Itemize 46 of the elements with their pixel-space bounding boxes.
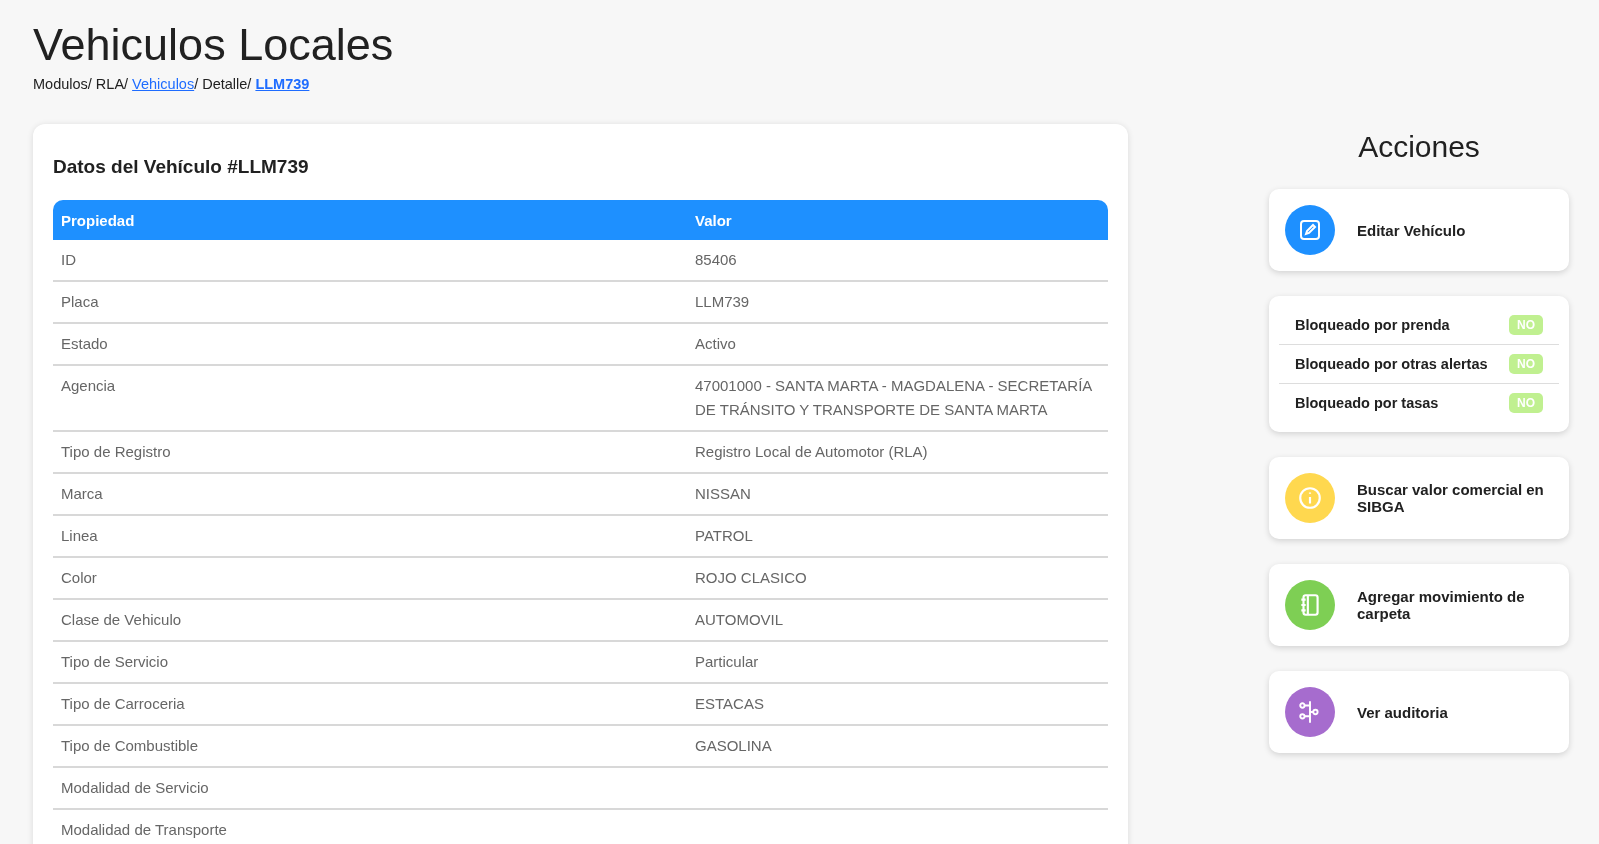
table-cell-text: Tipo de Carroceria xyxy=(60,694,186,714)
action-button[interactable]: Ver auditoria xyxy=(1269,671,1569,753)
action-button[interactable]: Editar Vehículo xyxy=(1269,189,1569,271)
table-cell-text: Agencia xyxy=(60,376,117,396)
status-badge: NO xyxy=(1509,393,1543,413)
table-cell-text: Modalidad de Servicio xyxy=(60,778,210,798)
column-header: Valor xyxy=(694,211,733,229)
table-cell-text: Activo xyxy=(694,334,737,354)
table-cell-text: Tipo de Registro xyxy=(60,442,172,462)
actions-title: Acciones xyxy=(1357,130,1481,164)
page-title: Vehiculos Locales xyxy=(33,18,395,72)
table-cell-text: Particular xyxy=(694,652,760,672)
table-cell-text: LLM739 xyxy=(694,292,751,312)
table-cell-text: Estado xyxy=(60,334,109,354)
lock-label: Bloqueado por prenda xyxy=(1295,317,1450,333)
table-cell-text: Clase de Vehiculo xyxy=(60,610,183,630)
lock-label: Bloqueado por tasas xyxy=(1295,395,1439,411)
breadcrumb-text: / Detalle/ xyxy=(194,76,252,92)
card-title: Datos del Vehículo #LLM739 xyxy=(53,156,310,178)
lock-label: Bloqueado por otras alertas xyxy=(1295,356,1488,372)
table-cell-text: Tipo de Servicio xyxy=(60,652,169,672)
breadcrumb-link[interactable]: Vehiculos xyxy=(132,76,195,92)
action-button[interactable]: Agregar movimiento de carpeta xyxy=(1269,564,1569,646)
breadcrumb-current[interactable]: LLM739 xyxy=(255,76,310,92)
table-cell-text: GASOLINA xyxy=(694,736,773,756)
table-cell-text: NISSAN xyxy=(694,484,752,504)
breadcrumb-text: Modulos/ xyxy=(33,76,92,92)
table-cell-text: Marca xyxy=(60,484,104,504)
table-cell-text: Tipo de Combustible xyxy=(60,736,199,756)
table-cell-text: ID xyxy=(60,250,77,270)
status-badge: NO xyxy=(1509,354,1543,374)
table-cell-text: 85406 xyxy=(694,250,738,270)
table-cell-text: PATROL xyxy=(694,526,754,546)
status-badge: NO xyxy=(1509,315,1543,335)
table-cell-text: ROJO CLASICO xyxy=(694,568,808,588)
table-cell-text: Modalidad de Transporte xyxy=(60,820,228,840)
table-cell-text: Color xyxy=(60,568,98,588)
table-cell-text: Linea xyxy=(60,526,99,546)
table-cell-text: ESTACAS xyxy=(694,694,765,714)
breadcrumb-text: RLA/ xyxy=(95,76,129,92)
table-cell-text: Placa xyxy=(60,292,100,312)
table-cell-text: AUTOMOVIL xyxy=(694,610,785,630)
table-cell-text: Registro Local de Automotor (RLA) xyxy=(694,442,929,462)
action-button[interactable]: Buscar valor comercial en SIBGA xyxy=(1269,457,1569,539)
column-header: Propiedad xyxy=(60,211,136,229)
table-cell-text: 47001000 - SANTA MARTA - MAGDALENA - SECRETARÍA DE TRÁNSITO Y TRANSPORTE DE SANTA MARTA xyxy=(694,376,1093,420)
